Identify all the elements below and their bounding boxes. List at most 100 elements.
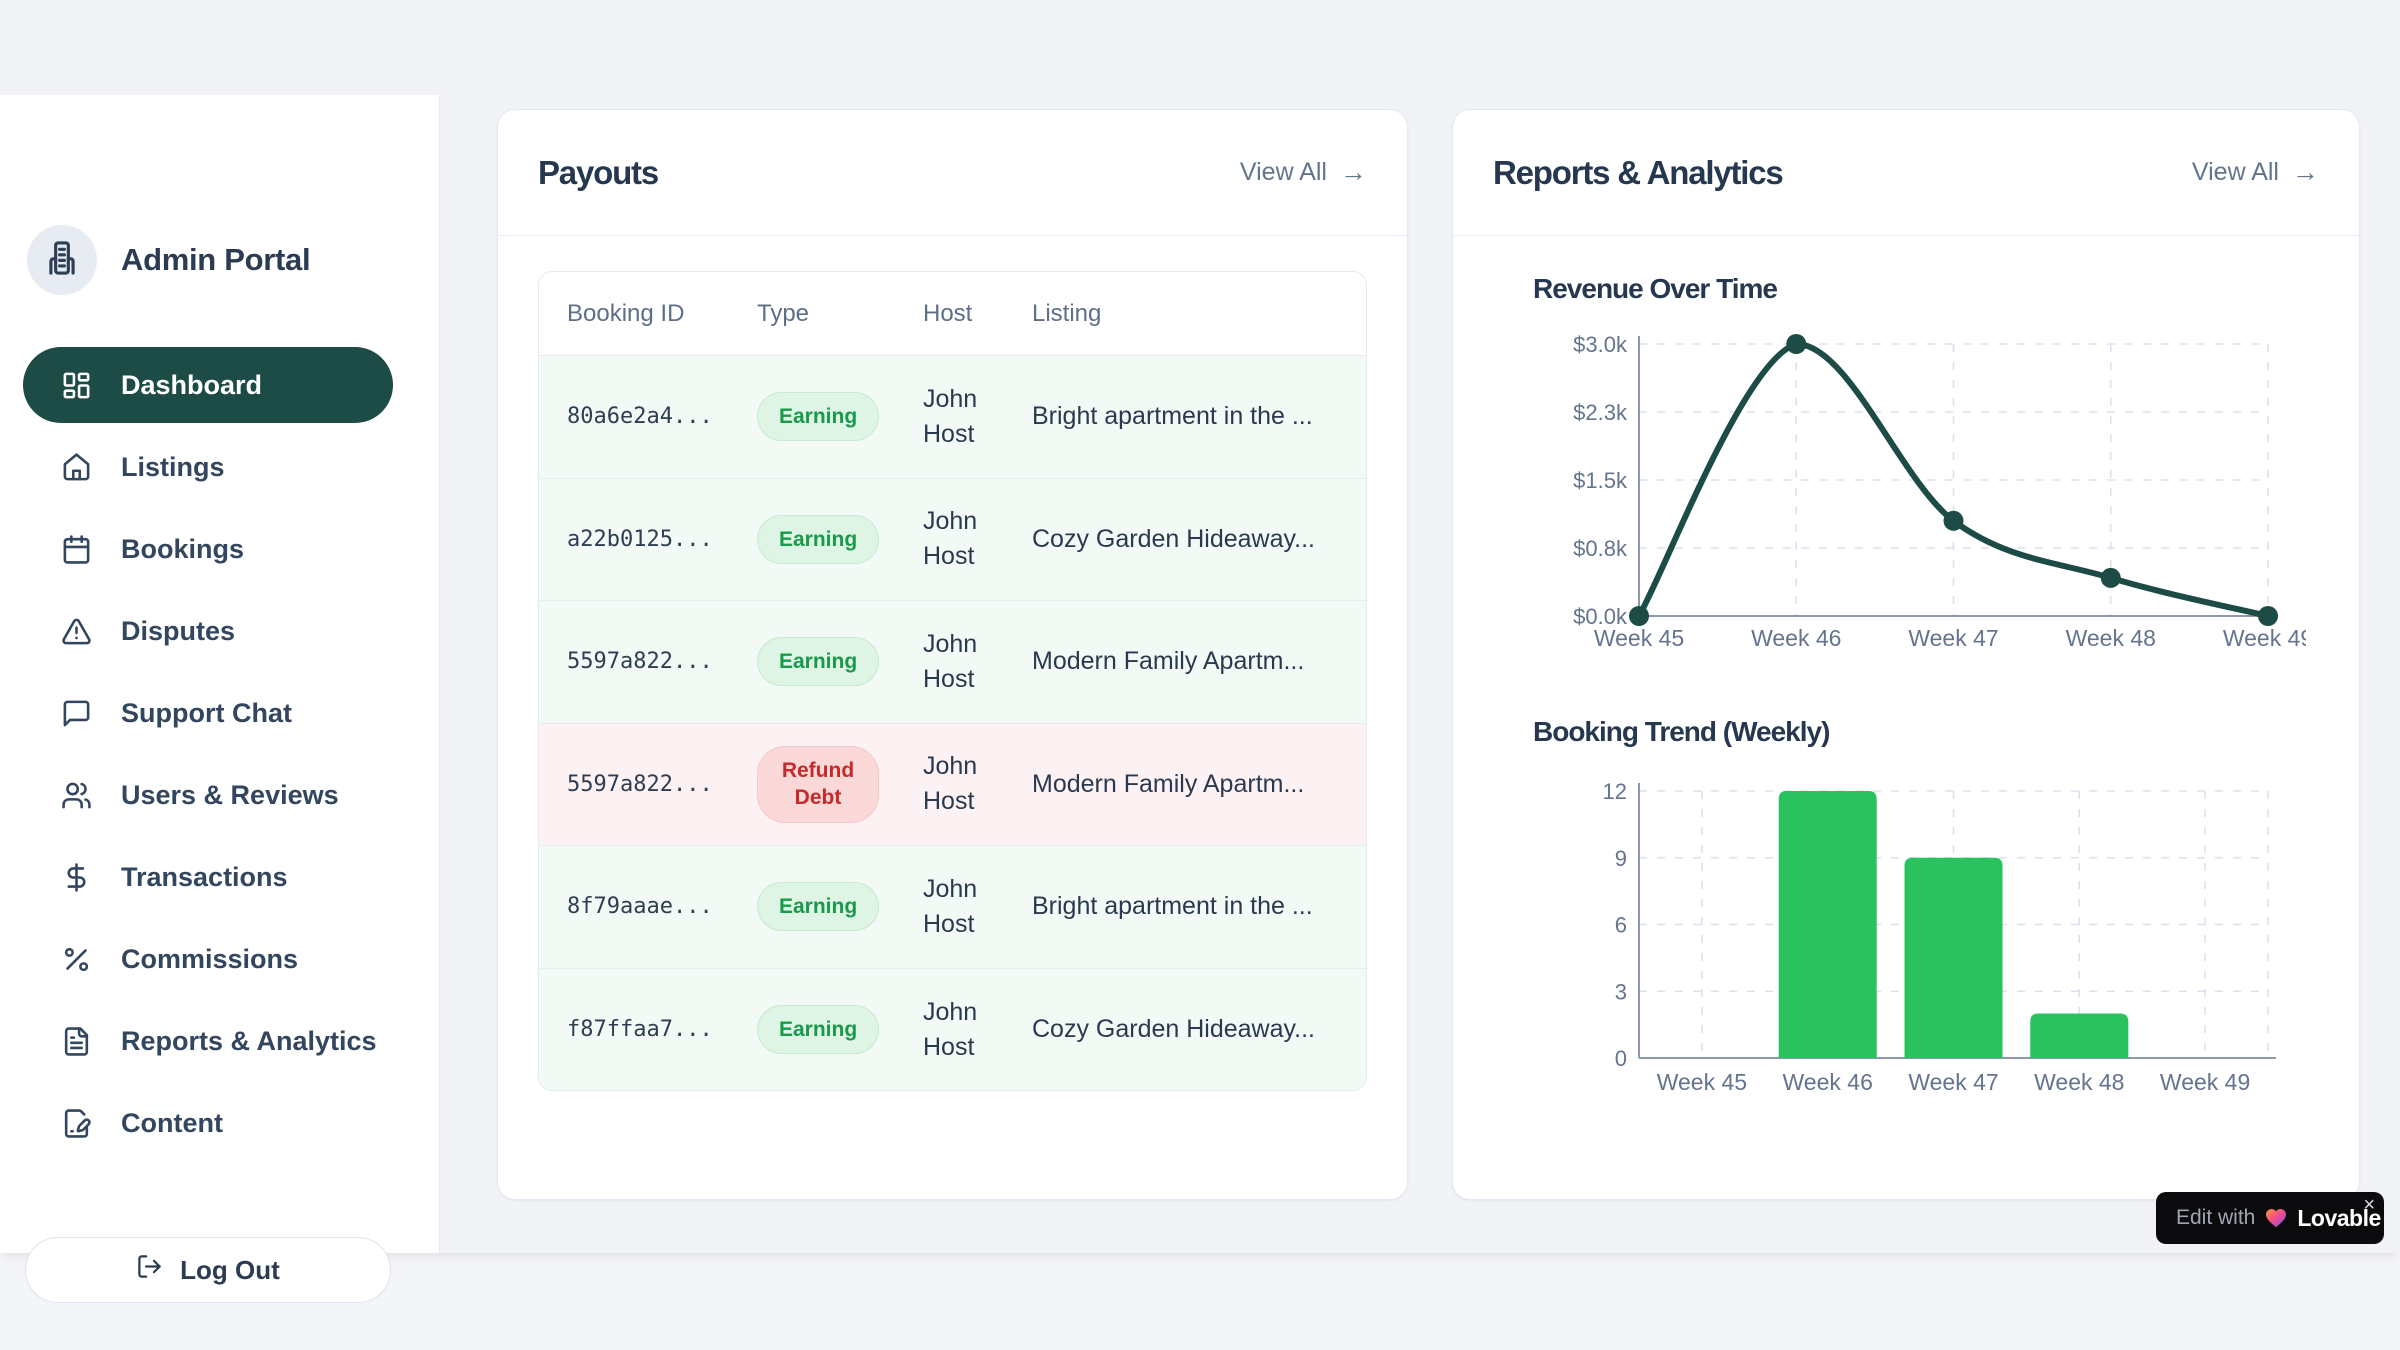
svg-text:Week 48: Week 48 bbox=[2034, 1069, 2124, 1095]
sidebar-item-reports-analytics[interactable]: Reports & Analytics bbox=[23, 1003, 393, 1079]
type-cell: Earning bbox=[757, 637, 923, 686]
booking-id-cell: f87ffaa7... bbox=[539, 1017, 757, 1042]
reports-title: Reports & Analytics bbox=[1493, 154, 1783, 192]
booking-chart-title: Booking Trend (Weekly) bbox=[1533, 716, 1829, 748]
svg-text:$3.0k: $3.0k bbox=[1573, 334, 1628, 357]
status-badge: Earning bbox=[757, 515, 879, 564]
listing-cell: Bright apartment in the ... bbox=[1032, 402, 1366, 431]
reports-view-all-button[interactable]: View All → bbox=[2192, 158, 2319, 187]
table-row[interactable]: a22b0125... Earning John Host Cozy Garde… bbox=[539, 479, 1366, 602]
booking-id-cell: 80a6e2a4... bbox=[539, 404, 757, 429]
svg-text:$0.8k: $0.8k bbox=[1573, 536, 1628, 561]
sidebar-item-support-chat[interactable]: Support Chat bbox=[23, 675, 393, 751]
sidebar-item-commissions[interactable]: Commissions bbox=[23, 921, 393, 997]
host-cell: John Host bbox=[923, 995, 998, 1065]
revenue-chart-title: Revenue Over Time bbox=[1533, 273, 1777, 305]
svg-text:3: 3 bbox=[1615, 979, 1627, 1004]
svg-text:$1.5k: $1.5k bbox=[1573, 468, 1628, 493]
booking-id-cell: 8f79aaae... bbox=[539, 894, 757, 919]
sidebar-item-listings[interactable]: Listings bbox=[23, 429, 393, 505]
sidebar-item-transactions[interactable]: Transactions bbox=[23, 839, 393, 915]
arrow-right-icon: → bbox=[1340, 159, 1367, 186]
svg-text:Week 46: Week 46 bbox=[1751, 625, 1841, 651]
listing-cell: Modern Family Apartm... bbox=[1032, 770, 1366, 799]
svg-text:Week 45: Week 45 bbox=[1594, 625, 1684, 651]
type-cell: Earning bbox=[757, 1005, 923, 1054]
sidebar-nav: Dashboard Listings Bookings Disputes Sup… bbox=[23, 347, 393, 1161]
heart-icon bbox=[2264, 1206, 2288, 1230]
payouts-header: Payouts View All → bbox=[498, 110, 1407, 236]
file-text-icon bbox=[61, 1026, 92, 1057]
layout-dashboard-icon bbox=[61, 370, 92, 401]
svg-text:Week 45: Week 45 bbox=[1657, 1069, 1747, 1095]
column-header-host: Host bbox=[923, 300, 1032, 328]
bar bbox=[2030, 1014, 2128, 1059]
booking-id-cell: 5597a822... bbox=[539, 772, 757, 797]
svg-text:12: 12 bbox=[1603, 779, 1627, 804]
listing-cell: Modern Family Apartm... bbox=[1032, 647, 1366, 676]
logout-icon bbox=[136, 1253, 163, 1287]
logout-label: Log Out bbox=[180, 1255, 280, 1286]
message-square-icon bbox=[61, 698, 92, 729]
payouts-view-all-button[interactable]: View All → bbox=[1240, 158, 1367, 187]
sidebar-item-bookings[interactable]: Bookings bbox=[23, 511, 393, 587]
host-cell: John Host bbox=[923, 627, 998, 697]
type-cell: Earning bbox=[757, 882, 923, 931]
logout-button[interactable]: Log Out bbox=[25, 1237, 391, 1303]
svg-text:0: 0 bbox=[1615, 1046, 1627, 1071]
status-badge: Earning bbox=[757, 637, 879, 686]
payouts-table: Booking IDTypeHostListing 80a6e2a4... Ea… bbox=[538, 271, 1367, 1091]
data-point bbox=[2258, 606, 2278, 626]
payouts-table-body: 80a6e2a4... Earning John Host Bright apa… bbox=[539, 356, 1366, 1091]
table-row[interactable]: 5597a822... Refund Debt John Host Modern… bbox=[539, 724, 1366, 847]
column-header-booking-id: Booking ID bbox=[539, 300, 757, 328]
table-row[interactable]: f87ffaa7... Earning John Host Cozy Garde… bbox=[539, 969, 1366, 1092]
bar bbox=[1779, 791, 1877, 1058]
revenue-line-chart: $0.0k$0.8k$1.5k$2.3k$3.0kWeek 45Week 46W… bbox=[1506, 334, 2306, 664]
bar bbox=[1905, 858, 2003, 1058]
host-cell: John Host bbox=[923, 749, 998, 819]
file-pen-icon bbox=[61, 1108, 92, 1139]
host-cell: John Host bbox=[923, 504, 998, 574]
reports-card: Reports & Analytics View All → Revenue O… bbox=[1452, 109, 2360, 1200]
table-row[interactable]: 5597a822... Earning John Host Modern Fam… bbox=[539, 601, 1366, 724]
svg-text:Week 47: Week 47 bbox=[1908, 1069, 1998, 1095]
page: Admin Portal Dashboard Listings Bookings… bbox=[0, 0, 2400, 1350]
sidebar-item-dashboard[interactable]: Dashboard bbox=[23, 347, 393, 423]
percent-icon bbox=[61, 944, 92, 975]
sidebar-item-disputes[interactable]: Disputes bbox=[23, 593, 393, 669]
alert-triangle-icon bbox=[61, 616, 92, 647]
arrow-right-icon: → bbox=[2292, 159, 2319, 186]
status-badge: Earning bbox=[757, 392, 879, 441]
status-badge: Earning bbox=[757, 882, 879, 931]
payouts-card: Payouts View All → Booking IDTypeHostLis… bbox=[497, 109, 1408, 1200]
type-cell: Refund Debt bbox=[757, 746, 923, 823]
listing-cell: Cozy Garden Hideaway... bbox=[1032, 1015, 1366, 1044]
column-header-type: Type bbox=[757, 300, 923, 328]
type-cell: Earning bbox=[757, 392, 923, 441]
lovable-badge[interactable]: Edit with Lovable × bbox=[2156, 1192, 2384, 1244]
svg-text:Week 49: Week 49 bbox=[2160, 1069, 2250, 1095]
sidebar: Admin Portal Dashboard Listings Bookings… bbox=[0, 95, 440, 1253]
data-point bbox=[1629, 606, 1649, 626]
svg-text:9: 9 bbox=[1615, 846, 1627, 871]
home-icon bbox=[61, 452, 92, 483]
view-all-label: View All bbox=[1240, 158, 1327, 187]
type-cell: Earning bbox=[757, 515, 923, 564]
listing-cell: Bright apartment in the ... bbox=[1032, 892, 1366, 921]
host-cell: John Host bbox=[923, 872, 998, 942]
table-row[interactable]: 80a6e2a4... Earning John Host Bright apa… bbox=[539, 356, 1366, 479]
listing-cell: Cozy Garden Hideaway... bbox=[1032, 525, 1366, 554]
table-row[interactable]: 8f79aaae... Earning John Host Bright apa… bbox=[539, 846, 1366, 969]
booking-bar-chart: 036912Week 45Week 46Week 47Week 48Week 4… bbox=[1506, 776, 2306, 1098]
booking-id-cell: 5597a822... bbox=[539, 649, 757, 674]
svg-text:Week 47: Week 47 bbox=[1908, 625, 1998, 651]
booking-id-cell: a22b0125... bbox=[539, 527, 757, 552]
svg-text:Week 49: Week 49 bbox=[2223, 625, 2306, 651]
close-icon[interactable]: × bbox=[2363, 1195, 2375, 1215]
sidebar-item-users-reviews[interactable]: Users & Reviews bbox=[23, 757, 393, 833]
payouts-table-header: Booking IDTypeHostListing bbox=[539, 272, 1366, 356]
brand-name: Admin Portal bbox=[121, 242, 310, 278]
sidebar-item-content[interactable]: Content bbox=[23, 1085, 393, 1161]
host-cell: John Host bbox=[923, 382, 998, 452]
